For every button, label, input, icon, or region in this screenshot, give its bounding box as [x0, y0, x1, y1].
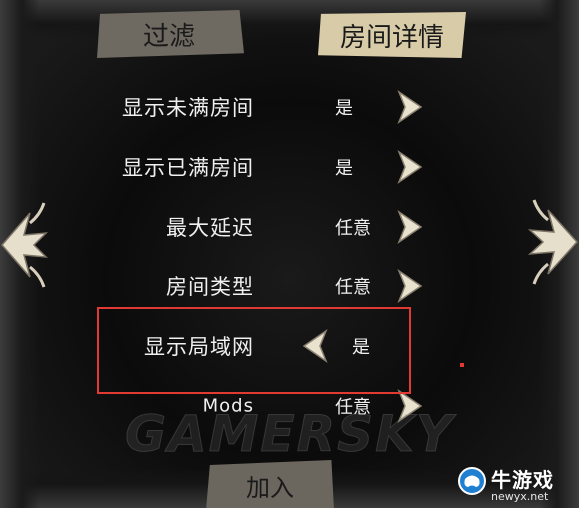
annotation-dot	[460, 363, 464, 367]
arrow-right-icon[interactable]	[395, 150, 425, 184]
logo-url: newyx.net	[491, 490, 549, 503]
row-label: 房间类型	[166, 275, 254, 299]
arrow-right-icon[interactable]	[395, 210, 425, 244]
arrow-right-icon[interactable]	[395, 269, 425, 303]
ornate-left-arrow-icon[interactable]	[0, 195, 48, 295]
row-value: 是	[335, 98, 353, 119]
row-value: 任意	[335, 277, 371, 298]
site-logo: 牛游戏 newyx.net	[455, 464, 579, 508]
frame-top	[0, 0, 579, 40]
gamepad-logo-icon	[458, 467, 486, 495]
row-value: 是	[335, 158, 353, 179]
server-filter-screen: 过滤 房间详情 显示未满房间 是 显示已满房间 是 最大延迟 任意 房间类型 任…	[0, 0, 579, 508]
ornate-right-arrow-icon[interactable]	[524, 192, 579, 292]
tab-filter[interactable]: 过滤	[97, 10, 244, 58]
filter-row-show-not-full: 显示未满房间 是	[60, 87, 440, 127]
row-value: 任意	[335, 218, 371, 239]
arrow-right-icon[interactable]	[395, 90, 425, 124]
tab-room-details[interactable]: 房间详情	[318, 12, 466, 58]
filter-row-show-full: 显示已满房间 是	[60, 147, 440, 187]
filter-row-room-type: 房间类型 任意	[60, 266, 440, 306]
filter-row-max-ping: 最大延迟 任意	[60, 207, 440, 247]
row-label: 显示未满房间	[122, 96, 254, 120]
watermark: GAMERSKY	[124, 405, 455, 464]
row-label: 最大延迟	[166, 216, 254, 240]
highlight-annotation-box	[97, 307, 411, 394]
row-label: 显示已满房间	[122, 156, 254, 180]
join-button-label: 加入	[246, 473, 294, 502]
tab-room-details-label: 房间详情	[339, 22, 444, 53]
join-button[interactable]: 加入	[206, 460, 334, 508]
logo-name: 牛游戏	[491, 468, 554, 492]
tab-filter-label: 过滤	[142, 21, 195, 52]
